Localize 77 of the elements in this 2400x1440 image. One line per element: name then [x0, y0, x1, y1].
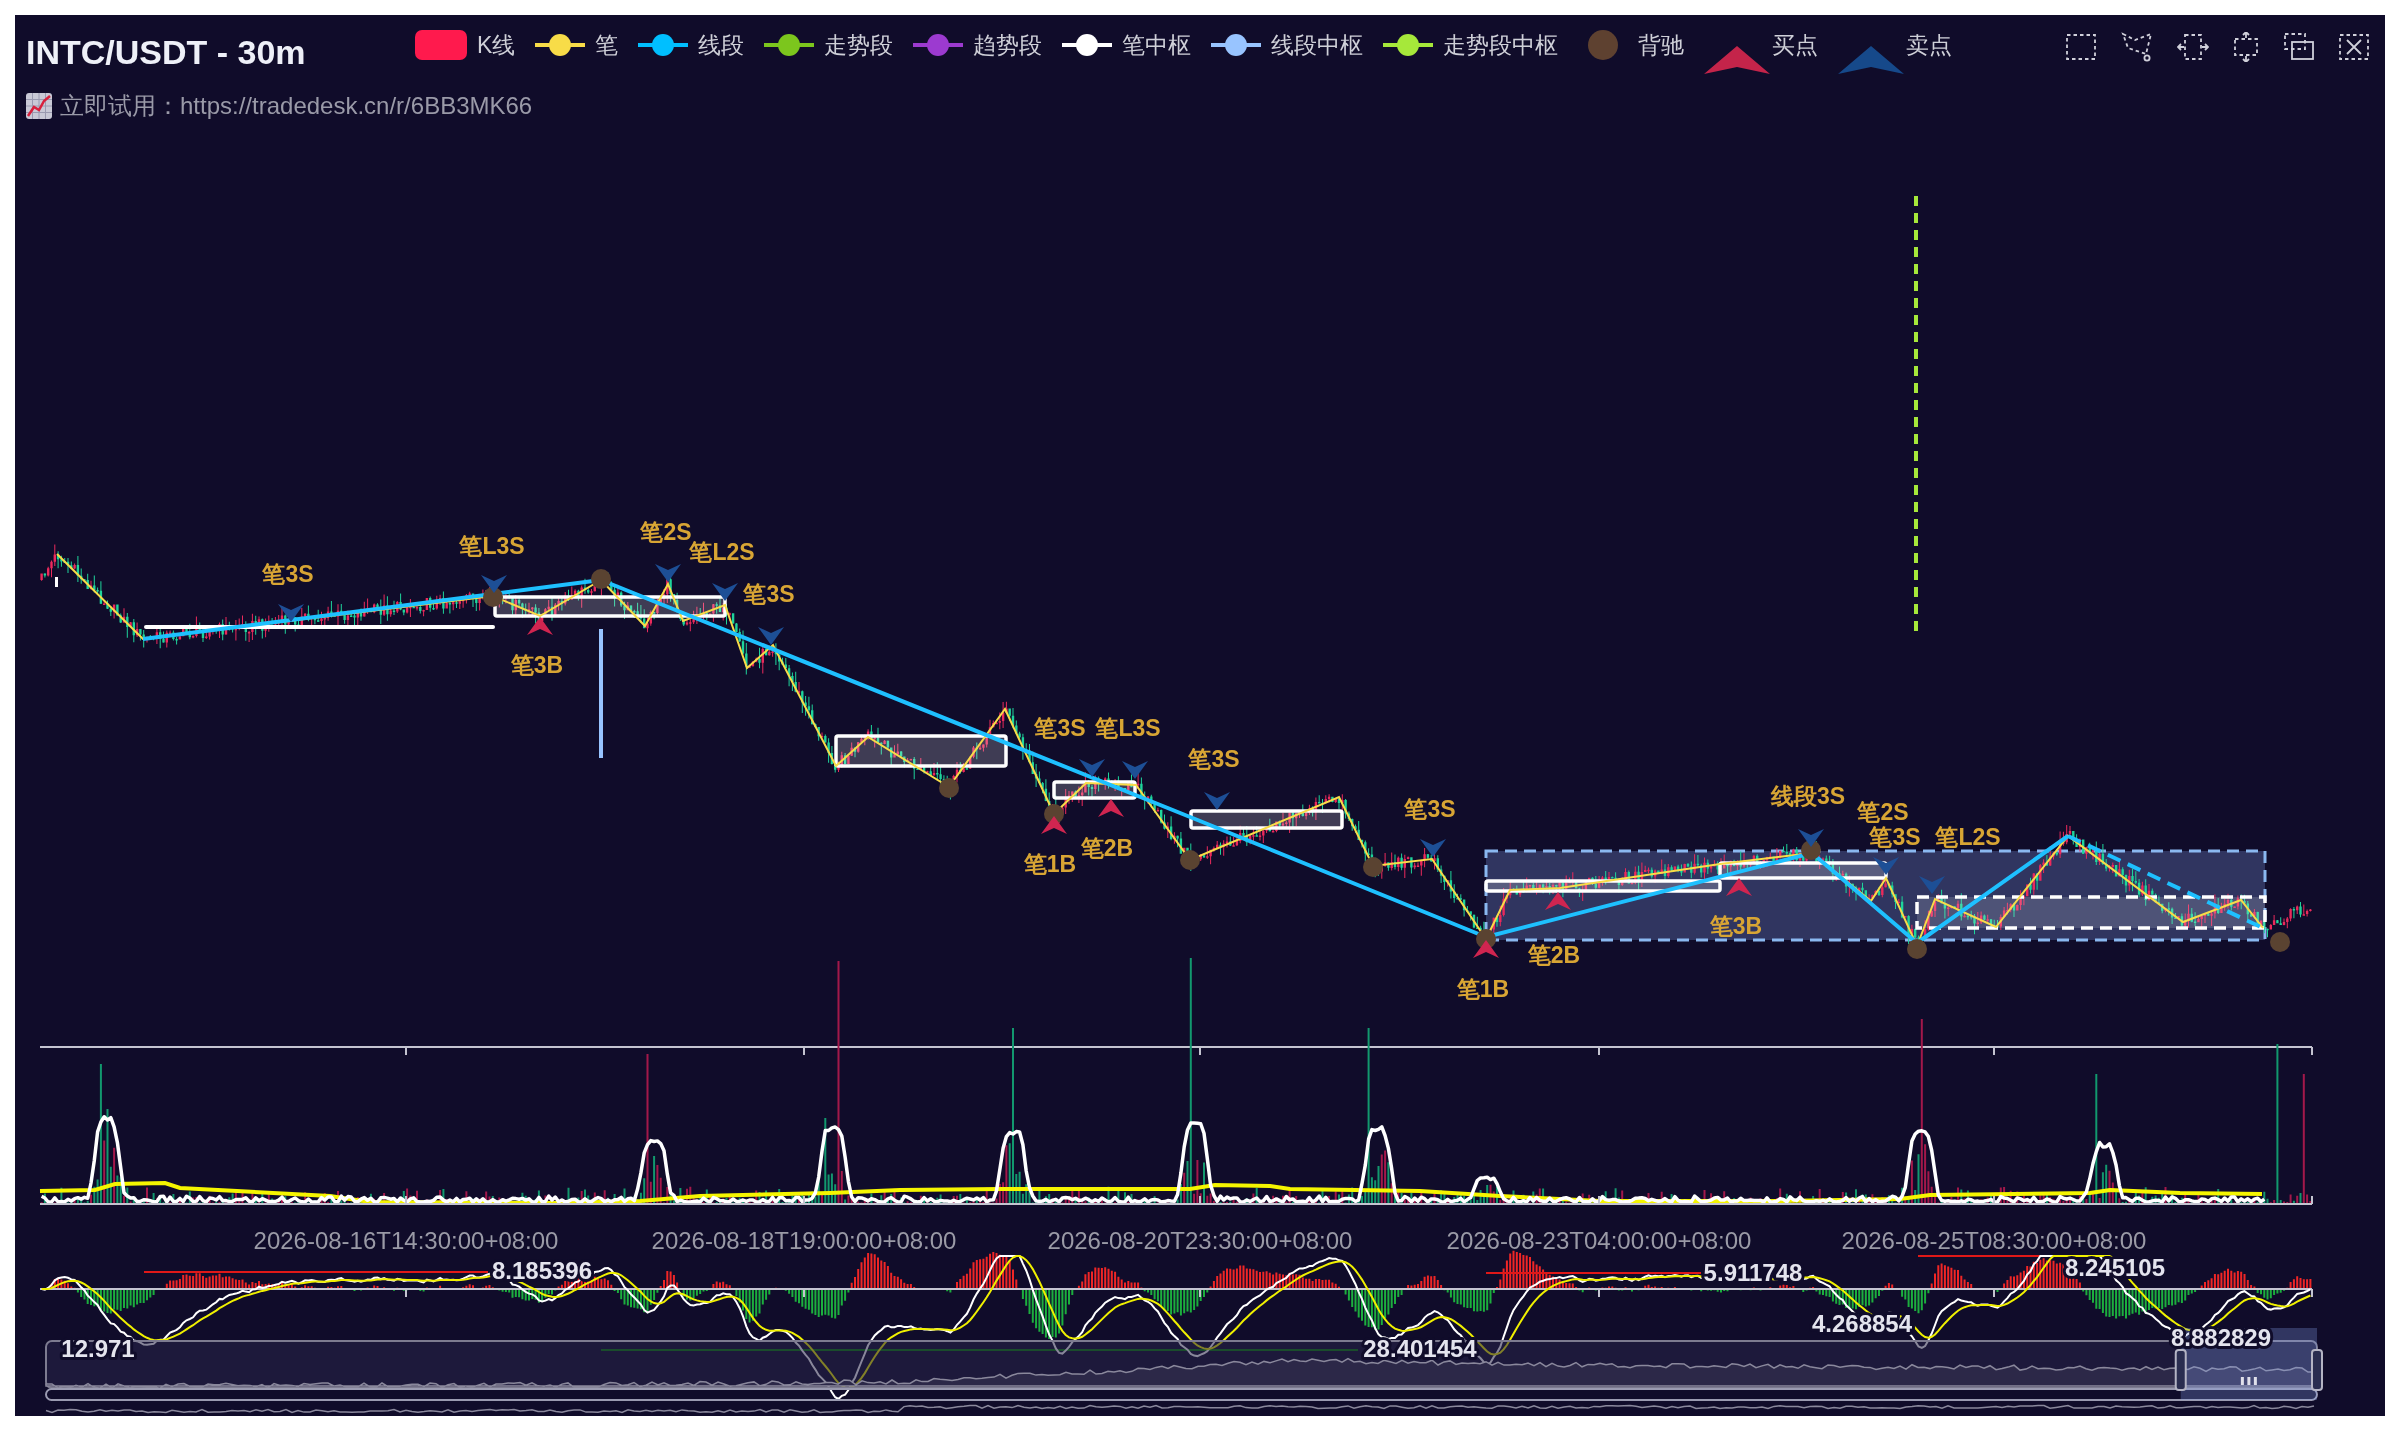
keep-selection-icon[interactable]	[2283, 32, 2315, 62]
down-chevron-icon	[655, 564, 681, 582]
signal-label: 笔3S	[262, 561, 314, 587]
signal-label: 笔1B	[1023, 851, 1077, 877]
axis-label: 2026-08-23T04:00:00+08:00	[1446, 1227, 1752, 1254]
signal-label: 笔3B	[1709, 913, 1763, 939]
signal-label: 笔L2S	[689, 539, 755, 565]
chart-increasing-icon	[26, 93, 52, 119]
axis-label: 2026-08-18T19:00:00+08:00	[651, 1227, 957, 1254]
dot-icon	[483, 587, 503, 607]
grip-icon[interactable]	[2240, 1377, 2257, 1385]
value-label: 28.401454	[1363, 1335, 1477, 1362]
axis-label: 2026-08-25T08:30:00+08:00	[1841, 1227, 2147, 1254]
dot-icon	[939, 778, 959, 798]
up-chevron-icon	[1041, 816, 1067, 834]
up-chevron-icon	[527, 617, 553, 635]
signal-label: 笔2S	[1857, 799, 1909, 825]
legend-item[interactable]: 线段	[638, 30, 745, 60]
signal-label: 笔2S	[640, 519, 692, 545]
dot-icon	[1363, 857, 1383, 877]
down-chevron-icon	[1873, 857, 1899, 875]
up-chevron-icon	[1473, 940, 1499, 958]
legend-item[interactable]: 走势段	[764, 30, 894, 60]
rectangle-select-icon[interactable]	[2065, 32, 2097, 62]
slider-handle[interactable]	[2174, 1349, 2187, 1391]
horizontal-select-icon[interactable]	[2177, 32, 2209, 62]
down-chevron-icon	[278, 604, 304, 622]
dot-icon	[1180, 850, 1200, 870]
signal-label: 笔3S	[743, 581, 795, 607]
signal-label: 线段3S	[1770, 783, 1846, 809]
signal-label: 笔2B	[1527, 942, 1581, 968]
signal-label: 笔3S	[1188, 746, 1240, 772]
signal-label: 笔1B	[1456, 976, 1510, 1002]
up-chevron-icon	[1098, 799, 1124, 817]
chart-title: INTC/USDT - 30m	[26, 32, 306, 72]
legend-item[interactable]: 背驰	[1578, 30, 1685, 60]
legend-item[interactable]: 笔中枢	[1062, 30, 1192, 60]
signal-label: 笔3S	[1404, 796, 1456, 822]
signal-label: 笔3S	[1869, 824, 1921, 850]
dot-icon	[2270, 932, 2290, 952]
vertical-select-icon[interactable]	[2232, 32, 2260, 62]
down-chevron-icon	[1122, 761, 1148, 779]
down-chevron-icon	[1798, 829, 1824, 847]
lasso-select-icon[interactable]	[2120, 32, 2154, 62]
legend-item[interactable]: 买点	[1704, 30, 1819, 74]
value-label: 8.882829	[2170, 1324, 2272, 1351]
signal-label: 笔3B	[510, 652, 564, 678]
signal-label: 笔L3S	[459, 533, 525, 559]
up-chevron-icon	[1726, 878, 1752, 896]
axis-label: 2026-08-16T14:30:00+08:00	[253, 1227, 559, 1254]
signal-label: 笔L3S	[1095, 715, 1161, 741]
down-chevron-icon	[1420, 839, 1446, 857]
dot-icon	[1907, 939, 1927, 959]
dot-icon	[591, 569, 611, 589]
signal-label: 笔3S	[1034, 715, 1086, 741]
down-chevron-icon	[758, 627, 784, 645]
legend-item[interactable]: 卖点	[1838, 30, 1953, 74]
legend-item[interactable]: 走势段中枢	[1383, 30, 1559, 60]
axis-label: 2026-08-20T23:30:00+08:00	[1047, 1227, 1353, 1254]
down-chevron-icon	[1919, 876, 1945, 894]
down-chevron-icon	[481, 575, 507, 593]
legend-item[interactable]: 笔	[535, 30, 619, 60]
signal-label: 笔L2S	[1935, 824, 2001, 850]
value-label: 8.185396	[491, 1257, 593, 1284]
short-pivot-line	[55, 577, 58, 587]
slider-handle[interactable]	[2311, 1349, 2323, 1391]
clear-selection-icon[interactable]	[2338, 32, 2370, 62]
legend-item[interactable]: 趋势段	[913, 30, 1043, 60]
subtitle-text: 立即试用：https://tradedesk.cn/r/6BB3MK66	[60, 92, 533, 120]
down-chevron-icon	[712, 583, 738, 601]
signal-label: 笔2B	[1080, 835, 1134, 861]
up-chevron-icon	[1545, 892, 1571, 910]
value-label: 12.971	[61, 1335, 135, 1362]
legend-item[interactable]: K线	[415, 30, 516, 60]
legend-item[interactable]: 线段中枢	[1211, 30, 1364, 60]
down-chevron-icon	[1079, 759, 1105, 777]
down-chevron-icon	[1204, 792, 1230, 810]
